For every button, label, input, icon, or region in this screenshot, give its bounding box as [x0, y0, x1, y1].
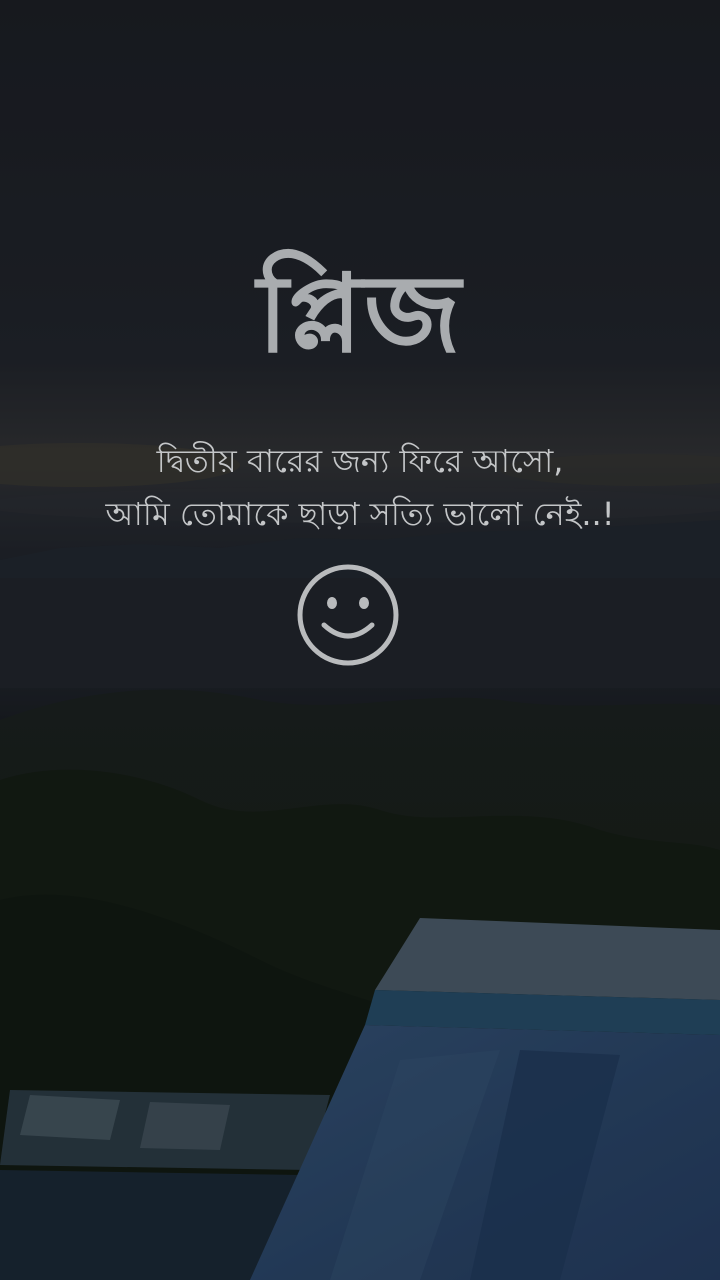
smiley-face-icon [297, 564, 399, 666]
message-line-1: দ্বিতীয় বারের জন্য ফিরে আসো, [156, 442, 564, 480]
title-text: প্লিজ [257, 251, 463, 377]
message-line-2: আমি তোমাকে ছাড়া সত্যি ভালো নেই..! [105, 495, 615, 533]
video-frame: প্লিজ দ্বিতীয় বারের জন্য ফিরে আসো, আমি … [0, 0, 720, 1280]
